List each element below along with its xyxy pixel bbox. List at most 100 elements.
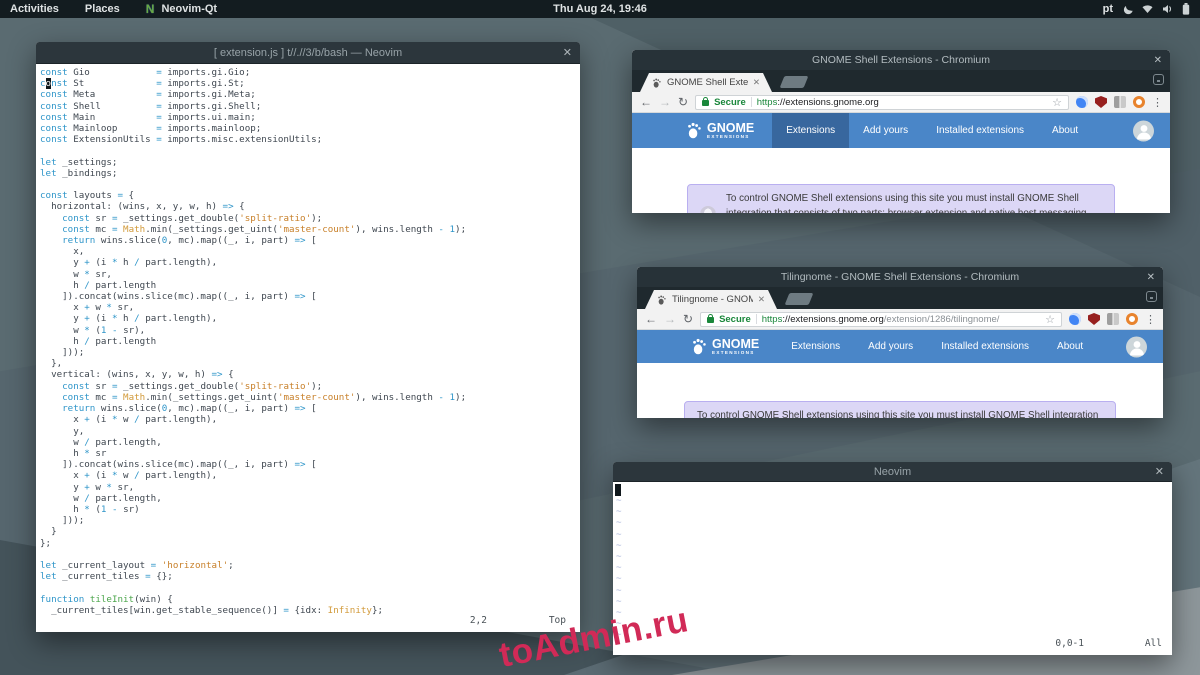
nav-extensions[interactable]: Extensions (772, 113, 849, 148)
neovim-small-titlebar[interactable]: Neovim ✕ (613, 462, 1172, 482)
chromium-window-extensions: GNOME Shell Extensions - Chromium ✕ GNOM… (632, 50, 1170, 213)
nav-about[interactable]: About (1038, 113, 1092, 148)
tab-title: Tilingnome - GNOM (672, 294, 753, 305)
extension-icon-blue[interactable] (1069, 313, 1081, 325)
nav-add-yours[interactable]: Add yours (849, 113, 922, 148)
nav-about[interactable]: About (1043, 330, 1097, 363)
new-tab-button[interactable] (780, 76, 809, 88)
night-light-moon-icon[interactable] (1122, 4, 1133, 15)
code-line (40, 549, 580, 560)
window-menu-button[interactable] (1153, 74, 1164, 85)
editor-area[interactable]: const Gio = imports.gi.Gio;const St = im… (36, 64, 580, 631)
browser-titlebar[interactable]: GNOME Shell Extensions - Chromium ✕ (632, 50, 1170, 70)
divider (756, 314, 757, 324)
nav-installed-extensions[interactable]: Installed extensions (922, 113, 1038, 148)
window-title: GNOME Shell Extensions - Chromium (812, 54, 990, 66)
code-line: horizontal: (wins, x, y, w, h) => { (40, 201, 580, 212)
code-line: ])); (40, 347, 580, 358)
window-menu-button[interactable] (1146, 291, 1157, 302)
adblock-shield-icon[interactable] (1095, 96, 1107, 108)
gnome-favicon (657, 295, 667, 305)
extension-icon-gray[interactable] (1107, 313, 1119, 325)
statusline: 2,2 Top (36, 615, 580, 629)
code-line: const layouts = { (40, 190, 580, 201)
window-title: [ extension.js ] t//.//3/b/bash — Neovim (214, 47, 402, 59)
close-icon[interactable]: ✕ (1155, 462, 1164, 481)
top-bar: Activities Places N Neovim-Qt Thu Aug 24… (0, 0, 1200, 18)
tab-close-icon[interactable]: ✕ (753, 77, 760, 88)
nav-add-yours[interactable]: Add yours (854, 330, 927, 363)
extension-icon-orange[interactable] (1133, 96, 1145, 108)
extension-icon-orange[interactable] (1126, 313, 1138, 325)
code-area: const Gio = imports.gi.Gio;const St = im… (36, 64, 580, 616)
reload-button[interactable]: ↻ (678, 96, 688, 108)
user-avatar[interactable] (1126, 336, 1147, 357)
code-line (40, 145, 580, 156)
window-title: Tilingnome - GNOME Shell Extensions - Ch… (781, 271, 1019, 283)
nav-installed-extensions[interactable]: Installed extensions (927, 330, 1043, 363)
browser-menu-icon[interactable]: ⋮ (1152, 96, 1162, 109)
code-line: y, (40, 426, 580, 437)
browser-toolbar: ← → ↻ Secure https://extensions.gnome.or… (632, 92, 1170, 113)
gnome-favicon (652, 78, 662, 88)
browser-tab[interactable]: GNOME Shell Exten ✕ (640, 73, 772, 92)
keyboard-layout-indicator[interactable]: pt (1103, 3, 1113, 15)
close-icon[interactable]: ✕ (1147, 272, 1155, 283)
gnome-foot-icon (686, 122, 703, 139)
code-line: y + (i * h / part.length), (40, 313, 580, 324)
code-line (40, 582, 580, 593)
cursor-position: 2,2 (470, 615, 487, 626)
secure-label: Secure (714, 97, 746, 108)
back-button[interactable]: ← (640, 96, 652, 108)
new-tab-button[interactable] (785, 293, 814, 305)
code-line: ])); (40, 515, 580, 526)
tab-close-icon[interactable]: ✕ (758, 294, 765, 305)
text-cursor (615, 484, 621, 496)
logo-subtitle: EXTENSIONS (712, 350, 759, 355)
bookmark-star-icon[interactable]: ☆ (1052, 96, 1062, 109)
code-line: return wins.slice(0, mc).map((_, i, part… (40, 235, 580, 246)
extension-icon-gray[interactable] (1114, 96, 1126, 108)
gnome-extensions-logo[interactable]: GNOME EXTENSIONS (686, 122, 754, 139)
extension-icon-blue[interactable] (1076, 96, 1088, 108)
forward-button[interactable]: → (659, 96, 671, 108)
code-line: function tileInit(win) { (40, 594, 580, 605)
logo-title: GNOME (707, 123, 754, 134)
address-bar[interactable]: Secure https://extensions.gnome.org ☆ (695, 95, 1069, 110)
forward-button[interactable]: → (664, 313, 676, 325)
nav-extensions[interactable]: Extensions (777, 330, 854, 363)
site-header: GNOME EXTENSIONS Extensions Add yours In… (632, 113, 1170, 148)
notice-text: To control GNOME Shell extensions using … (726, 191, 1102, 213)
browser-toolbar: ← → ↻ Secure https://extensions.gnome.or… (637, 309, 1163, 330)
statusline: 0,0-1 All (613, 638, 1172, 652)
browser-titlebar[interactable]: Tilingnome - GNOME Shell Extensions - Ch… (637, 267, 1163, 287)
user-avatar[interactable] (1133, 120, 1154, 141)
site-body: To control GNOME Shell extensions using … (637, 401, 1163, 418)
close-icon[interactable]: ✕ (1154, 55, 1162, 66)
integration-notice: To control GNOME Shell extensions using … (687, 184, 1115, 213)
code-line: ]).concat(wins.slice(mc).map((_, i, part… (40, 459, 580, 470)
back-button[interactable]: ← (645, 313, 657, 325)
close-icon[interactable]: ✕ (563, 42, 572, 63)
neovim-main-window: [ extension.js ] t//.//3/b/bash — Neovim… (36, 42, 580, 632)
battery-icon[interactable] (1182, 3, 1190, 15)
bookmark-star-icon[interactable]: ☆ (1045, 313, 1055, 326)
browser-menu-icon[interactable]: ⋮ (1145, 313, 1155, 326)
reload-button[interactable]: ↻ (683, 313, 693, 325)
code-line: x + (i * w / part.length), (40, 470, 580, 481)
browser-tab[interactable]: Tilingnome - GNOM ✕ (645, 290, 777, 309)
wifi-icon[interactable] (1142, 4, 1153, 14)
code-line: let _settings; (40, 157, 580, 168)
site-header: GNOME EXTENSIONS Extensions Add yours In… (637, 330, 1163, 363)
volume-icon[interactable] (1162, 4, 1173, 14)
address-bar[interactable]: Secure https://extensions.gnome.org/exte… (700, 312, 1062, 327)
site-nav: Extensions Add yours Installed extension… (777, 330, 1097, 363)
gnome-extensions-logo[interactable]: GNOME EXTENSIONS (691, 338, 759, 355)
clock[interactable]: Thu Aug 24, 19:46 (0, 3, 1200, 15)
page-content: GNOME EXTENSIONS Extensions Add yours In… (637, 330, 1163, 418)
adblock-shield-icon[interactable] (1088, 313, 1100, 325)
tab-strip: Tilingnome - GNOM ✕ (637, 287, 1163, 309)
neovim-main-titlebar[interactable]: [ extension.js ] t//.//3/b/bash — Neovim… (36, 42, 580, 64)
editor-area[interactable]: ~~~~~~~~~~~~~ 0,0-1 All (613, 482, 1172, 654)
code-line: w * sr, (40, 269, 580, 280)
